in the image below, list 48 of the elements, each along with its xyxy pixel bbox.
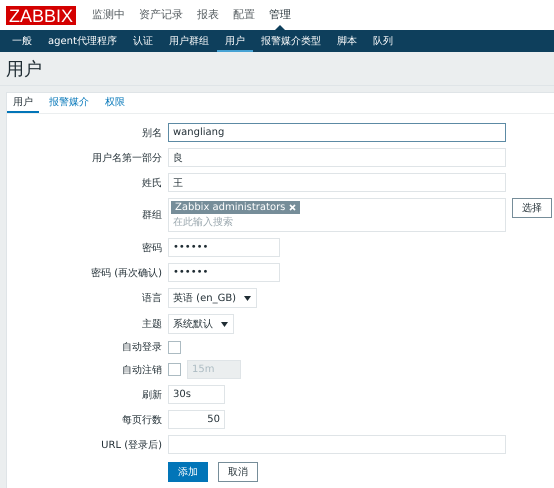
text-field[interactable]: 30s bbox=[168, 385, 225, 404]
menu-item[interactable]: 监测中 bbox=[92, 0, 126, 30]
field-label: 群组 bbox=[141, 209, 162, 222]
page-title: 用户 bbox=[6, 58, 42, 80]
menu-item[interactable]: 配置 bbox=[233, 0, 256, 30]
menu-item[interactable]: 资产记录 bbox=[139, 0, 184, 30]
field-label: 语言 bbox=[141, 292, 162, 305]
text-field[interactable]: 良 bbox=[168, 148, 506, 167]
field-label: 刷新 bbox=[141, 388, 162, 402]
dropdown[interactable]: 英语 (en_GB) bbox=[168, 288, 258, 308]
text-field[interactable] bbox=[168, 435, 506, 454]
field-label: 密码 bbox=[141, 242, 162, 254]
submenu-item[interactable]: 一般 bbox=[4, 30, 40, 52]
caret-icon bbox=[244, 296, 252, 300]
field-label: 主题 bbox=[141, 318, 162, 331]
submenu-item[interactable]: 报警媒介类型 bbox=[252, 30, 329, 52]
close-icon[interactable] bbox=[289, 204, 296, 211]
submenu-item[interactable]: 认证 bbox=[124, 30, 161, 52]
tab[interactable]: 报警媒介 bbox=[43, 93, 95, 113]
select-button[interactable]: 选择 bbox=[512, 198, 552, 218]
cancel-button[interactable]: 取消 bbox=[218, 462, 258, 482]
text-field[interactable]: wangliang bbox=[168, 123, 506, 142]
field-label: 用户名第一部分 bbox=[91, 152, 162, 164]
submenu-item[interactable]: 脚本 bbox=[328, 30, 365, 52]
menu-item[interactable]: 报表 bbox=[197, 0, 220, 30]
group-tag: Zabbix administrators bbox=[171, 201, 300, 214]
text-field[interactable]: 50 bbox=[168, 410, 225, 429]
submenu-item[interactable]: agent代理程序 bbox=[40, 30, 125, 52]
tab[interactable]: 用户 bbox=[7, 93, 39, 113]
field-label: URL (登录后) bbox=[100, 438, 162, 452]
logo: ZABBIX bbox=[6, 6, 76, 24]
tab[interactable]: 权限 bbox=[99, 93, 131, 113]
field-label: 密码 (再次确认) bbox=[90, 266, 162, 280]
caret-icon bbox=[221, 322, 228, 326]
field-label: 自动登录 bbox=[121, 341, 162, 354]
menu-item[interactable]: 管理 bbox=[269, 0, 292, 30]
text-field[interactable]: •••••• bbox=[168, 263, 280, 282]
add-button[interactable]: 添加 bbox=[168, 462, 208, 482]
field-label: 别名 bbox=[141, 126, 162, 140]
text-field[interactable]: 王 bbox=[168, 173, 506, 192]
field-label: 自动注销 bbox=[121, 364, 162, 376]
dropdown[interactable]: 系统默认 bbox=[168, 314, 234, 334]
checkbox[interactable] bbox=[168, 340, 181, 354]
submenu-item[interactable]: 用户群组 bbox=[160, 30, 217, 52]
submenu-item[interactable]: 队列 bbox=[364, 30, 401, 52]
text-field[interactable]: •••••• bbox=[168, 238, 280, 257]
field-label: 每页行数 bbox=[121, 414, 162, 426]
field-label: 姓氏 bbox=[141, 176, 162, 190]
